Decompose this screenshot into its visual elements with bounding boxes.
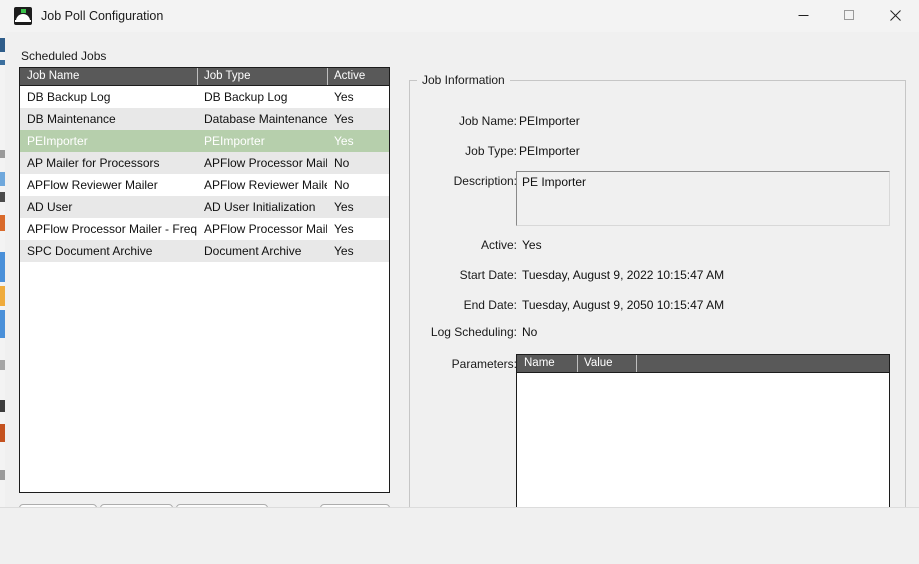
cell-active: Yes xyxy=(334,112,354,126)
log-scheduling-value: No xyxy=(522,325,538,339)
active-value: Yes xyxy=(522,238,542,252)
table-row[interactable]: PEImporter PEImporter Yes xyxy=(20,130,389,152)
cell-job-name: DB Maintenance xyxy=(27,112,116,126)
column-header-param-value[interactable]: Value xyxy=(577,355,636,372)
cell-job-name: PEImporter xyxy=(27,134,88,148)
job-type-label: Job Type: xyxy=(465,144,517,158)
title-bar: Job Poll Configuration xyxy=(5,0,919,33)
cell-active: Yes xyxy=(334,200,354,214)
job-type-value: PEImporter xyxy=(519,144,580,158)
window-content: Scheduled Jobs Job Name Job Type Active … xyxy=(5,32,919,564)
job-name-label: Job Name: xyxy=(458,114,517,128)
cell-job-type: AD User Initialization xyxy=(204,200,316,214)
cell-job-name: APFlow Processor Mailer - Frequent xyxy=(27,222,197,236)
cell-job-type: Database Maintenance xyxy=(204,112,327,126)
cell-job-type: PEImporter xyxy=(204,134,265,148)
parameters-table[interactable]: Name Value xyxy=(516,354,890,512)
table-row[interactable]: AD User AD User Initialization Yes xyxy=(20,196,389,218)
cell-job-name: DB Backup Log xyxy=(27,90,111,104)
cell-job-name: APFlow Reviewer Mailer xyxy=(27,178,158,192)
column-header-job-name[interactable]: Job Name xyxy=(20,68,197,85)
cell-active: Yes xyxy=(334,222,354,236)
table-row[interactable]: SPC Document Archive Document Archive Yes xyxy=(20,240,389,262)
table-row[interactable]: DB Backup Log DB Backup Log Yes xyxy=(20,86,389,108)
cell-job-name: SPC Document Archive xyxy=(27,244,153,258)
scheduled-jobs-label: Scheduled Jobs xyxy=(21,49,107,63)
minimize-button[interactable] xyxy=(780,0,826,31)
column-header-active[interactable]: Active xyxy=(327,68,389,85)
cell-job-type: APFlow Reviewer Mailer xyxy=(204,178,327,192)
table-row[interactable]: AP Mailer for Processors APFlow Processor… xyxy=(20,152,389,174)
table-row[interactable]: DB Maintenance Database Maintenance Yes xyxy=(20,108,389,130)
start-date-value: Tuesday, August 9, 2022 10:15:47 AM xyxy=(522,268,725,282)
column-header-job-type[interactable]: Job Type xyxy=(197,68,327,85)
start-date-label: Start Date: xyxy=(459,268,517,282)
column-header-param-name[interactable]: Name xyxy=(517,355,577,372)
cell-job-type: DB Backup Log xyxy=(204,90,288,104)
job-information-title: Job Information xyxy=(417,73,510,87)
cell-job-type: APFlow Processor Mailer xyxy=(204,156,327,170)
cell-active: No xyxy=(334,156,350,170)
cell-active: Yes xyxy=(334,90,354,104)
close-button[interactable] xyxy=(872,0,918,31)
cell-job-type: Document Archive xyxy=(204,244,302,258)
app-icon xyxy=(14,7,32,25)
table-row[interactable]: APFlow Reviewer Mailer APFlow Reviewer Ma… xyxy=(20,174,389,196)
cell-job-name: AP Mailer for Processors xyxy=(27,156,160,170)
scheduled-jobs-header-row: Job Name Job Type Active xyxy=(20,68,389,86)
parameters-header-row: Name Value xyxy=(517,355,889,373)
cell-active: No xyxy=(334,178,350,192)
job-poll-configuration-window: Job Poll Configuration Scheduled Jobs Jo… xyxy=(0,0,919,564)
scheduled-jobs-body: DB Backup Log DB Backup Log Yes DB Maintena… xyxy=(20,86,389,262)
log-scheduling-label: Log Scheduling: xyxy=(430,325,517,339)
end-date-label: End Date: xyxy=(463,298,517,312)
job-name-value: PEImporter xyxy=(519,114,580,128)
end-date-value: Tuesday, August 9, 2050 10:15:47 AM xyxy=(522,298,725,312)
cell-active: Yes xyxy=(334,244,354,258)
table-row[interactable]: APFlow Processor Mailer - Frequent APFlow… xyxy=(20,218,389,240)
cell-job-name: AD User xyxy=(27,200,73,214)
cell-job-type: APFlow Processor Mailer xyxy=(204,222,327,236)
window-title: Job Poll Configuration xyxy=(41,9,164,23)
description-label: Description: xyxy=(453,174,517,188)
parameters-label: Parameters: xyxy=(451,357,517,371)
maximize-button[interactable] xyxy=(826,0,872,31)
cell-active: Yes xyxy=(334,134,354,148)
scheduled-jobs-table[interactable]: Job Name Job Type Active DB Backup Log DB… xyxy=(19,67,390,493)
footer-bar: SMTP Settings View Log Greenlight Email … xyxy=(0,508,919,564)
column-header-param-pad[interactable] xyxy=(636,355,889,372)
active-label: Active: xyxy=(480,238,517,252)
description-value[interactable]: PE Importer xyxy=(516,171,890,226)
